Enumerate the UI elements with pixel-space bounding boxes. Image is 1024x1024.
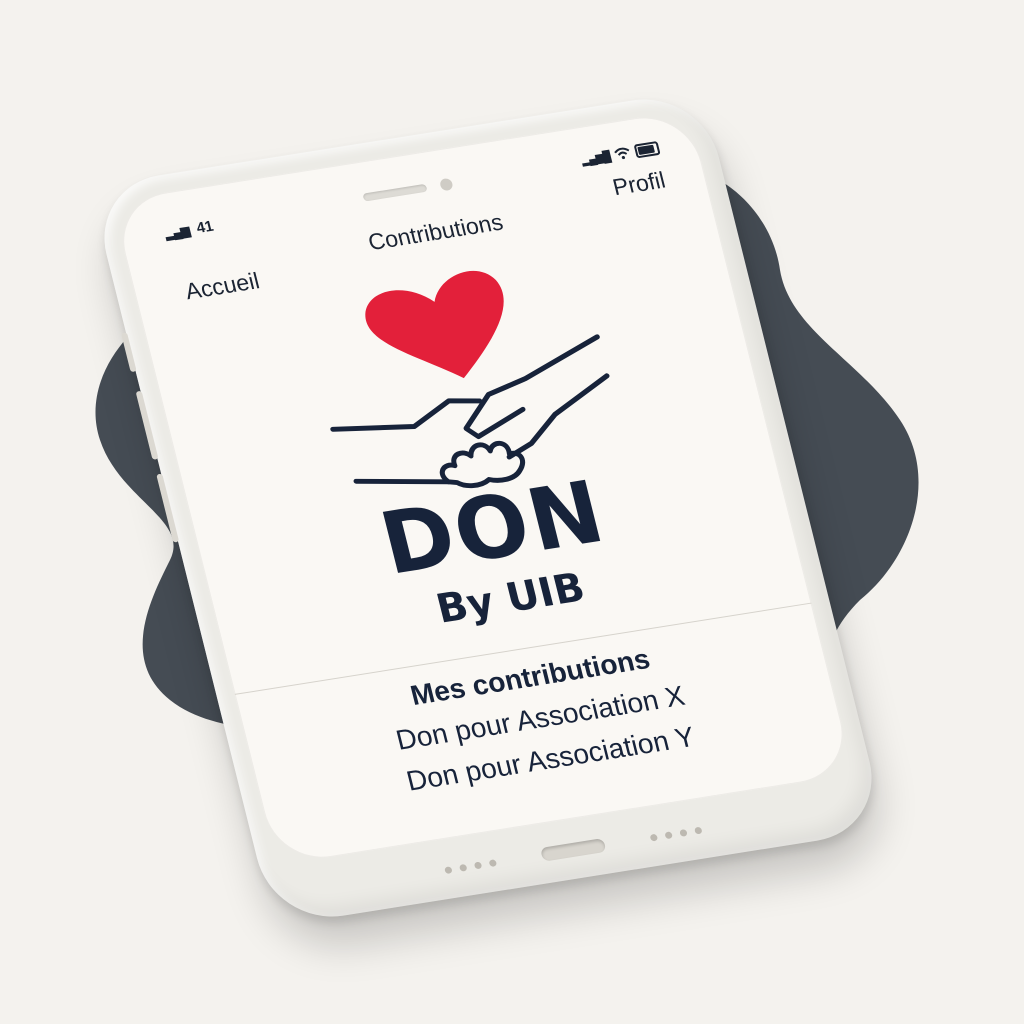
speaker-grille-left — [444, 859, 498, 875]
cellular-signal-icon: ▂▄▆█ — [580, 150, 612, 167]
carrier-text: 41 — [194, 217, 216, 237]
nav-item-profil[interactable]: Profil — [610, 167, 677, 237]
cellular-signal-icon: ▂▄▆ — [163, 223, 191, 241]
charging-port — [539, 838, 607, 862]
nav-item-accueil[interactable]: Accueil — [182, 267, 262, 305]
wifi-icon — [614, 147, 630, 160]
heart-icon — [365, 270, 504, 379]
speaker-grille-right — [649, 826, 703, 842]
status-bar-left: ▂▄▆ 41 — [163, 218, 215, 242]
earpiece-speaker — [362, 183, 428, 202]
battery-icon — [633, 141, 661, 159]
front-camera — [438, 177, 454, 192]
scene: ▂▄▆ 41 ▂▄▆█ Accueil Contributions Profil — [0, 0, 1024, 1024]
status-bar-right: ▂▄▆█ — [580, 141, 661, 167]
